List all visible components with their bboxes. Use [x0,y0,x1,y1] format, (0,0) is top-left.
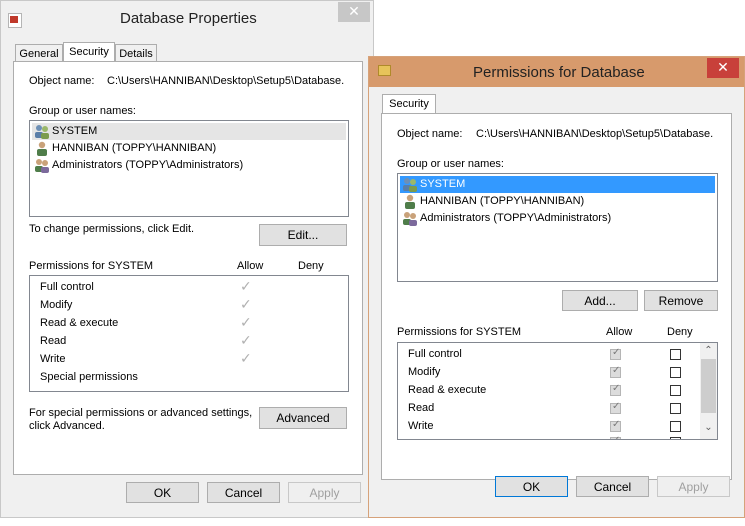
list-item-system[interactable]: SYSTEM [400,176,715,193]
permission-special: Special permissions [40,371,138,383]
deny-checkbox-full-control[interactable] [670,349,681,360]
list-item-label: SYSTEM [52,125,98,137]
allow-checkbox-partial[interactable] [610,435,621,439]
permission-read: Read [408,402,435,414]
list-item-label: HANNIBAN (TOPPY\HANNIBAN) [420,195,585,207]
ok-button[interactable]: OK [126,482,199,503]
permissions-list: Full control Modify Read & execute Read … [29,275,349,392]
cancel-button[interactable]: Cancel [576,476,649,497]
allow-checkbox-read-execute[interactable] [610,383,621,396]
close-button[interactable]: ✕ [707,58,739,78]
deny-header: Deny [298,260,324,272]
window-title: Permissions for Database [473,64,645,81]
object-name-label: Object name: [29,75,95,87]
object-name-label: Object name: [397,128,463,140]
deny-checkbox-write[interactable] [670,421,681,432]
edit-button[interactable]: Edit... [259,224,347,246]
cancel-button[interactable]: Cancel [207,482,280,503]
list-item-label: Administrators (TOPPY\Administrators) [420,212,612,224]
apply-button[interactable]: Apply [657,476,730,497]
user-list[interactable]: SYSTEM HANNIBAN (TOPPY\HANNIBAN) Adminis… [397,173,718,282]
allow-checkbox-full-control[interactable] [610,347,621,360]
permission-full-control: Full control [40,281,94,293]
window-title: Database Properties [120,10,257,27]
permissions-for-label: Permissions for SYSTEM [29,260,154,272]
allow-checkbox-write[interactable] [610,419,621,432]
group-users-icon [403,178,417,192]
advanced-hint-line1: For special permissions or advanced sett… [29,407,253,419]
permission-read-execute: Read & execute [408,384,487,396]
allow-check-full-control: ✓ [240,279,252,295]
scroll-thumb[interactable] [701,359,716,413]
user-icon [37,141,47,156]
allow-check-read: ✓ [240,333,252,349]
allow-checkbox-modify[interactable] [610,365,621,378]
permission-write: Write [408,420,434,432]
list-item-system[interactable]: SYSTEM [32,123,346,140]
apply-button[interactable]: Apply [288,482,361,503]
permission-write: Write [40,353,66,365]
list-item-label: HANNIBAN (TOPPY\HANNIBAN) [52,142,217,154]
ok-button[interactable]: OK [495,476,568,497]
user-icon [405,194,415,209]
allow-header: Allow [237,260,264,272]
object-name-value: C:\Users\HANNIBAN\Desktop\Setup5\Databas… [476,128,714,140]
deny-header: Deny [667,326,693,338]
file-icon [8,13,22,28]
allow-header: Allow [606,326,633,338]
list-item-label: Administrators (TOPPY\Administrators) [52,159,244,171]
permissions-list[interactable]: Full control Modify Read & execute Read … [397,342,718,440]
title-bar[interactable]: Database Properties ✕ [1,1,373,35]
group-names-label: Group or user names: [29,105,136,117]
list-item-hanniban[interactable]: HANNIBAN (TOPPY\HANNIBAN) [32,140,346,157]
allow-check-write: ✓ [240,351,252,367]
close-button[interactable]: ✕ [338,2,370,22]
remove-button[interactable]: Remove [644,290,718,311]
folder-icon [378,65,391,76]
change-permissions-hint: To change permissions, click Edit. [29,223,195,235]
user-list[interactable]: SYSTEM HANNIBAN (TOPPY\HANNIBAN) Adminis… [29,120,349,217]
security-tab-panel: Object name: C:\Users\HANNIBAN\Desktop\S… [13,61,363,475]
allow-check-modify: ✓ [240,297,252,313]
add-button[interactable]: Add... [562,290,638,311]
tab-general[interactable]: General [15,44,63,62]
group-users-icon [403,212,417,226]
list-item-administrators[interactable]: Administrators (TOPPY\Administrators) [400,210,715,227]
list-item-label: SYSTEM [420,178,466,190]
title-bar[interactable]: Permissions for Database ✕ [369,57,744,87]
deny-checkbox-read-execute[interactable] [670,385,681,396]
security-tab-panel: Object name: C:\Users\HANNIBAN\Desktop\S… [381,113,732,480]
tab-security[interactable]: Security [382,94,436,114]
scroll-down-icon[interactable]: ⌄ [700,423,717,437]
advanced-button[interactable]: Advanced [259,407,347,429]
permission-read: Read [40,335,67,347]
allow-check-read-execute: ✓ [240,315,252,331]
permissions-window: Permissions for Database ✕ Security Obje… [368,56,745,518]
tab-security[interactable]: Security [63,42,115,62]
deny-checkbox-read[interactable] [670,403,681,414]
permission-read-execute: Read & execute [40,317,119,329]
list-item-administrators[interactable]: Administrators (TOPPY\Administrators) [32,157,346,174]
object-name-value: C:\Users\HANNIBAN\Desktop\Setup5\Databas… [107,75,345,87]
group-names-label: Group or user names: [397,158,504,170]
scroll-up-icon[interactable]: ⌃ [700,343,717,357]
vertical-scrollbar[interactable]: ⌃ ⌄ [700,343,717,439]
deny-checkbox-modify[interactable] [670,367,681,378]
permission-full-control: Full control [408,348,462,360]
tab-details[interactable]: Details [115,44,157,62]
database-properties-window: Database Properties ✕ General Security D… [0,0,374,518]
group-users-icon [35,159,49,173]
group-users-icon [35,125,49,139]
permission-modify: Modify [40,299,73,311]
permission-modify: Modify [408,366,441,378]
allow-checkbox-read[interactable] [610,401,621,414]
deny-checkbox-partial[interactable] [670,437,681,439]
advanced-hint-line2: click Advanced. [29,420,105,432]
list-item-hanniban[interactable]: HANNIBAN (TOPPY\HANNIBAN) [400,193,715,210]
permissions-for-label: Permissions for SYSTEM [397,326,522,338]
